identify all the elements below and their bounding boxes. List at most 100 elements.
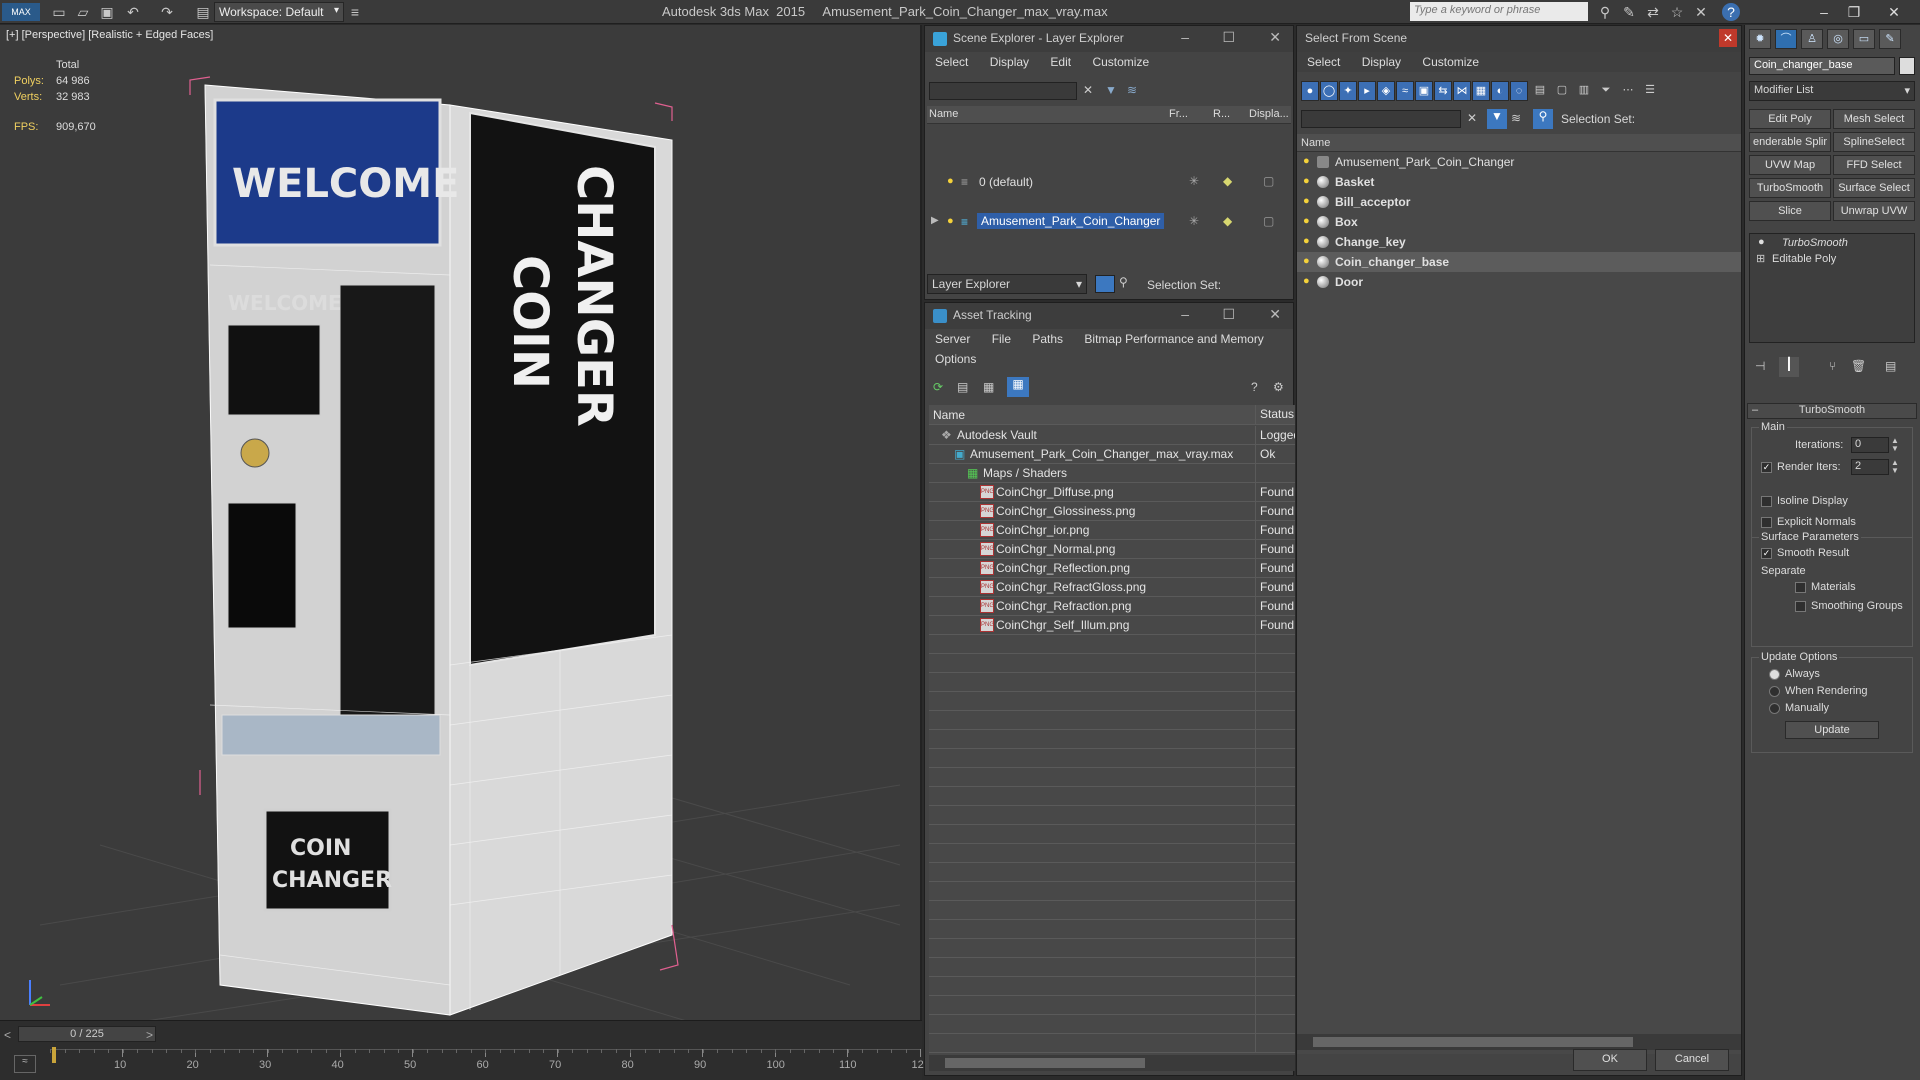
modifier-button[interactable]: Surface Select [1833, 178, 1915, 198]
menu-options[interactable]: Options [935, 352, 976, 366]
light-bulb-icon[interactable]: ● [947, 215, 957, 227]
spinner-arrows-icon[interactable]: ▲ ▼ [1891, 459, 1899, 475]
col-display[interactable]: Displa... [1249, 108, 1289, 120]
hierarchy-tab-icon[interactable]: ♙ [1801, 29, 1823, 49]
object-row[interactable]: ● Door [1297, 272, 1741, 292]
redo-icon[interactable]: ↷ [158, 3, 176, 21]
render-teapot-icon[interactable]: ◆ [1223, 214, 1232, 228]
modify-tab-icon[interactable]: ⌒ [1775, 29, 1797, 49]
modifier-list-dropdown[interactable]: Modifier List ▾ [1749, 81, 1915, 101]
new-file-icon[interactable]: ▭ [50, 3, 68, 21]
clear-search-icon[interactable]: ✕ [1083, 83, 1093, 97]
render-iters-spinner[interactable]: 2 [1851, 459, 1889, 475]
create-tab-icon[interactable]: ✹ [1749, 29, 1771, 49]
select-search-input[interactable] [1301, 110, 1461, 128]
timeline-next-icon[interactable]: > [146, 1028, 153, 1042]
expand-arrow-icon[interactable]: ▶ [931, 215, 939, 226]
asset-row[interactable]: PNG CoinChgr_ior.png Found [929, 521, 1295, 540]
when-rendering-radio[interactable] [1769, 686, 1780, 697]
menu-edit[interactable]: Edit [1050, 55, 1071, 69]
star-icon[interactable]: ☆ [1668, 3, 1686, 21]
frozen-filter-icon[interactable]: ◐ [1491, 81, 1509, 101]
app-logo-icon[interactable]: MAX [2, 3, 40, 21]
isoline-checkbox[interactable] [1761, 496, 1772, 507]
refresh-icon[interactable]: ⟳ [933, 380, 943, 394]
remove-modifier-icon[interactable]: 🗑 [1851, 359, 1866, 373]
tools-icon[interactable]: ✎ [1620, 3, 1638, 21]
frame-ruler[interactable]: 10 20 30 40 50 60 70 80 90 100 110 12 [50, 1047, 924, 1079]
modifier-button[interactable]: enderable Splir [1749, 132, 1831, 152]
modifier-button[interactable]: Slice [1749, 201, 1831, 221]
light-bulb-icon[interactable]: ● [1303, 195, 1313, 207]
render-iters-checkbox[interactable]: ✓ [1761, 462, 1772, 473]
binoculars-icon[interactable]: ⚲ [1596, 3, 1614, 21]
hierarchy-filter-icon[interactable]: ⋯ [1619, 81, 1637, 101]
modifier-button[interactable]: SplineSelect [1833, 132, 1915, 152]
show-end-result-icon[interactable]: ┃ [1779, 357, 1799, 377]
scrollbar-thumb[interactable] [945, 1058, 1145, 1068]
menu-select[interactable]: Select [935, 55, 968, 69]
asset-row[interactable]: ▣ Amusement_Park_Coin_Changer_max_vray.ma… [929, 445, 1295, 464]
smoothing-groups-checkbox[interactable] [1795, 601, 1806, 612]
table-view-icon[interactable]: ▦ [1007, 377, 1029, 397]
menu-select[interactable]: Select [1307, 55, 1340, 69]
close-icon[interactable]: ✕ [1719, 29, 1737, 47]
iterations-spinner[interactable]: 0 [1851, 437, 1889, 453]
col-freeze[interactable]: Fr... [1169, 108, 1188, 120]
object-name-field[interactable]: Coin_changer_base [1749, 57, 1895, 75]
stack-item-editable-poly[interactable]: ⊞ Editable Poly [1752, 252, 1912, 268]
helpers-filter-icon[interactable]: ◈ [1377, 81, 1395, 101]
menu-bitmap[interactable]: Bitmap Performance and Memory [1084, 332, 1263, 346]
motion-tab-icon[interactable]: ◎ [1827, 29, 1849, 49]
timeline-prev-icon[interactable]: < [4, 1028, 11, 1042]
object-row[interactable]: ● Coin_changer_base [1297, 252, 1741, 272]
display-icon[interactable]: ▢ [1263, 214, 1274, 228]
hierarchy-icon[interactable]: ⚲ [1119, 275, 1128, 289]
display-icon[interactable]: ▢ [1263, 174, 1274, 188]
menu-paths[interactable]: Paths [1032, 332, 1063, 346]
always-radio[interactable] [1769, 669, 1780, 680]
menu-file[interactable]: File [992, 332, 1011, 346]
filter-icon[interactable]: ▼ [1487, 109, 1507, 129]
manually-radio[interactable] [1769, 703, 1780, 714]
asset-row[interactable]: PNG CoinChgr_RefractGloss.png Found [929, 578, 1295, 597]
turbosmooth-rollout-header[interactable]: – TurboSmooth [1747, 403, 1917, 419]
light-bulb-icon[interactable]: ● [1303, 275, 1313, 287]
asset-row[interactable]: PNG CoinChgr_Reflection.png Found [929, 559, 1295, 578]
freeze-icon[interactable]: ✳ [1189, 174, 1199, 188]
containers-filter-icon[interactable]: ▦ [1472, 81, 1490, 101]
menu-display[interactable]: Display [1362, 55, 1401, 69]
minimize-icon[interactable]: – [1181, 29, 1189, 45]
maximize-icon[interactable]: ☐ [1222, 29, 1235, 46]
clear-search-icon[interactable]: ✕ [1467, 111, 1477, 125]
smooth-result-checkbox[interactable]: ✓ [1761, 548, 1772, 559]
modifier-button[interactable]: UVW Map [1749, 155, 1831, 175]
modifier-button[interactable]: Edit Poly [1749, 109, 1831, 129]
object-row[interactable]: ● Bill_acceptor [1297, 192, 1741, 212]
viewport-label[interactable]: [+] [Perspective] [Realistic + Edged Fac… [6, 29, 213, 41]
current-frame-marker[interactable] [52, 1047, 56, 1063]
minimize-icon[interactable]: – [1810, 2, 1838, 22]
explorer-type-dropdown[interactable]: Layer Explorer ▾ [927, 274, 1087, 294]
search-input[interactable]: Type a keyword or phrase [1410, 2, 1588, 21]
xrefs-filter-icon[interactable]: ⇆ [1434, 81, 1452, 101]
asset-row[interactable]: ▦ Maps / Shaders [929, 464, 1295, 483]
horizontal-scrollbar[interactable] [929, 1055, 1295, 1071]
display-tab-icon[interactable]: ▭ [1853, 29, 1875, 49]
asset-tracking-titlebar[interactable]: Asset Tracking – ☐ ✕ [925, 303, 1293, 329]
col-name[interactable]: Name [1301, 137, 1330, 149]
modifier-button[interactable]: Unwrap UVW [1833, 201, 1915, 221]
scene-search-input[interactable] [929, 82, 1077, 100]
close-icon[interactable]: ✕ [1880, 2, 1908, 22]
col-name[interactable]: Name [929, 108, 958, 120]
layers-icon[interactable]: ≋ [1511, 111, 1521, 125]
network-icon[interactable]: ✕ [1692, 3, 1710, 21]
layer-explorer-icon[interactable] [1095, 275, 1115, 293]
light-bulb-icon[interactable]: ● [1758, 236, 1765, 248]
materials-checkbox[interactable] [1795, 582, 1806, 593]
update-button[interactable]: Update [1785, 721, 1879, 739]
all-filter-icon[interactable]: ▤ [1531, 81, 1549, 101]
asset-row[interactable]: PNG CoinChgr_Normal.png Found [929, 540, 1295, 559]
geometry-filter-icon[interactable]: ● [1301, 81, 1319, 101]
light-bulb-icon[interactable]: ● [1303, 255, 1313, 267]
